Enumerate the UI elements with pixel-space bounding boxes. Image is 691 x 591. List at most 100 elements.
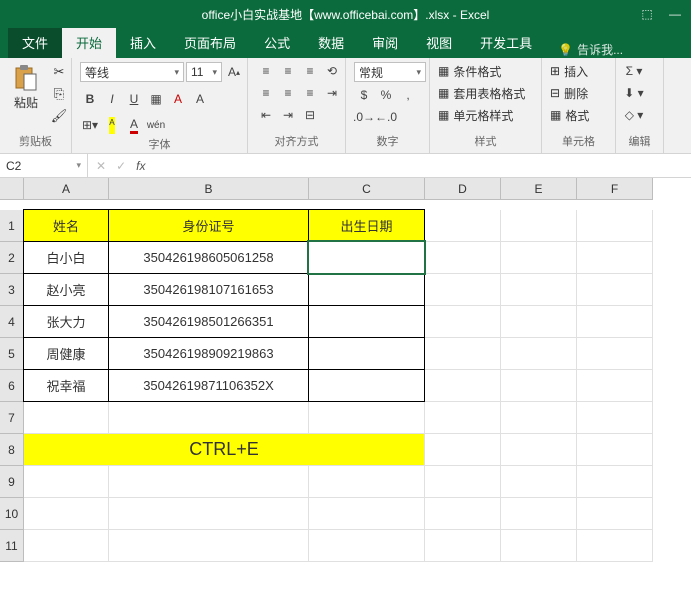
cell-D7[interactable]	[425, 402, 501, 434]
border-menu[interactable]: ⊞▾	[80, 116, 100, 134]
cell-A4[interactable]: 张大力	[23, 305, 109, 338]
row-header-8[interactable]: 8	[0, 434, 24, 466]
paste-button[interactable]: 粘贴	[8, 62, 44, 113]
tab-view[interactable]: 视图	[412, 27, 466, 58]
cell-styles-button[interactable]: ▦单元格样式	[438, 106, 513, 124]
cell-A8-merged[interactable]: CTRL+E	[24, 434, 425, 466]
cell-E7[interactable]	[501, 402, 577, 434]
tab-formula[interactable]: 公式	[250, 27, 304, 58]
cell-E10[interactable]	[501, 498, 577, 530]
cell-F4[interactable]	[577, 306, 653, 338]
align-left-button[interactable]: ≡	[256, 84, 276, 102]
align-center-button[interactable]: ≡	[278, 84, 298, 102]
cell-B9[interactable]	[109, 466, 309, 498]
cell-B2[interactable]: 350426198605061258	[108, 241, 309, 274]
cell-C10[interactable]	[309, 498, 425, 530]
cell-F9[interactable]	[577, 466, 653, 498]
fill-button[interactable]: ⬇ ▾	[624, 84, 644, 102]
col-header-A[interactable]: A	[24, 178, 109, 200]
format-painter-button[interactable]: 🖌	[48, 106, 70, 126]
percent-button[interactable]: %	[376, 86, 396, 104]
row-header-11[interactable]: 11	[0, 530, 24, 562]
cell-C6[interactable]	[308, 369, 425, 402]
formula-input[interactable]	[153, 154, 691, 177]
col-header-B[interactable]: B	[109, 178, 309, 200]
cell-F10[interactable]	[577, 498, 653, 530]
cell-D5[interactable]	[425, 338, 501, 370]
cell-E11[interactable]	[501, 530, 577, 562]
increase-decimal-button[interactable]: .0→	[354, 108, 374, 126]
cell-A2[interactable]: 白小白	[23, 241, 109, 274]
cell-E2[interactable]	[501, 242, 577, 274]
cell-E1[interactable]	[501, 210, 577, 242]
cell-E5[interactable]	[501, 338, 577, 370]
ribbon-options-icon[interactable]: ⬚	[637, 7, 657, 21]
align-bottom-button[interactable]: ≡	[300, 62, 320, 80]
cell-C7[interactable]	[309, 402, 425, 434]
italic-button[interactable]: I	[102, 90, 122, 108]
cancel-icon[interactable]: ✕	[96, 159, 106, 173]
decrease-indent-button[interactable]: ⇤	[256, 106, 276, 124]
tab-developer[interactable]: 开发工具	[466, 27, 546, 58]
increase-indent-button[interactable]: ⇥	[278, 106, 298, 124]
row-header-9[interactable]: 9	[0, 466, 24, 498]
cell-F3[interactable]	[577, 274, 653, 306]
cell-B6[interactable]: 35042619871106352X	[108, 369, 309, 402]
name-box[interactable]: C2▾	[0, 154, 88, 177]
cell-C11[interactable]	[309, 530, 425, 562]
minimize-icon[interactable]: —	[665, 7, 685, 21]
conditional-format-button[interactable]: ▦条件格式	[438, 62, 501, 80]
merge-button[interactable]: ⊟	[300, 106, 320, 124]
cell-D9[interactable]	[425, 466, 501, 498]
row-header-3[interactable]: 3	[0, 274, 24, 306]
cell-A6[interactable]: 祝幸福	[23, 369, 109, 402]
cell-C2[interactable]	[308, 241, 425, 274]
cell-C1[interactable]: 出生日期	[308, 209, 425, 242]
cell-D11[interactable]	[425, 530, 501, 562]
tab-file[interactable]: 文件	[8, 27, 62, 58]
row-header-5[interactable]: 5	[0, 338, 24, 370]
cell-F7[interactable]	[577, 402, 653, 434]
fx-icon[interactable]: fx	[136, 159, 145, 173]
cell-A7[interactable]	[24, 402, 109, 434]
cell-E4[interactable]	[501, 306, 577, 338]
comma-button[interactable]: ,	[398, 86, 418, 104]
cell-B3[interactable]: 350426198107161653	[108, 273, 309, 306]
worksheet[interactable]: ABCDEF1姓名身份证号出生日期2白小白3504261986050612583…	[0, 178, 691, 562]
row-header-7[interactable]: 7	[0, 402, 24, 434]
tab-data[interactable]: 数据	[304, 27, 358, 58]
font-color-button[interactable]: A	[124, 116, 144, 134]
cell-F1[interactable]	[577, 210, 653, 242]
cell-F2[interactable]	[577, 242, 653, 274]
cell-D3[interactable]	[425, 274, 501, 306]
phonetic-button[interactable]: wén	[146, 116, 166, 134]
cell-B11[interactable]	[109, 530, 309, 562]
font-name-select[interactable]: 等线▾	[80, 62, 184, 82]
cell-A10[interactable]	[24, 498, 109, 530]
wrap-button[interactable]: ⇥	[322, 84, 342, 102]
cell-E9[interactable]	[501, 466, 577, 498]
cell-F6[interactable]	[577, 370, 653, 402]
col-header-D[interactable]: D	[425, 178, 501, 200]
cell-C4[interactable]	[308, 305, 425, 338]
col-header-E[interactable]: E	[501, 178, 577, 200]
font-big-button[interactable]: A	[168, 90, 188, 108]
insert-cells-button[interactable]: ⊞插入	[550, 62, 588, 80]
fill-color-button[interactable]: ᴬ	[102, 116, 122, 134]
border-button[interactable]: ▦	[146, 90, 166, 108]
cell-B7[interactable]	[109, 402, 309, 434]
cell-E8[interactable]	[501, 434, 577, 466]
copy-button[interactable]: ⎘	[48, 84, 70, 104]
row-header-6[interactable]: 6	[0, 370, 24, 402]
font-small-button[interactable]: A	[190, 90, 210, 108]
cell-E6[interactable]	[501, 370, 577, 402]
cell-C9[interactable]	[309, 466, 425, 498]
cell-B4[interactable]: 350426198501266351	[108, 305, 309, 338]
col-header-C[interactable]: C	[309, 178, 425, 200]
cell-A5[interactable]: 周健康	[23, 337, 109, 370]
row-header-4[interactable]: 4	[0, 306, 24, 338]
cell-F11[interactable]	[577, 530, 653, 562]
cell-A11[interactable]	[24, 530, 109, 562]
cell-A1[interactable]: 姓名	[23, 209, 109, 242]
row-header-2[interactable]: 2	[0, 242, 24, 274]
